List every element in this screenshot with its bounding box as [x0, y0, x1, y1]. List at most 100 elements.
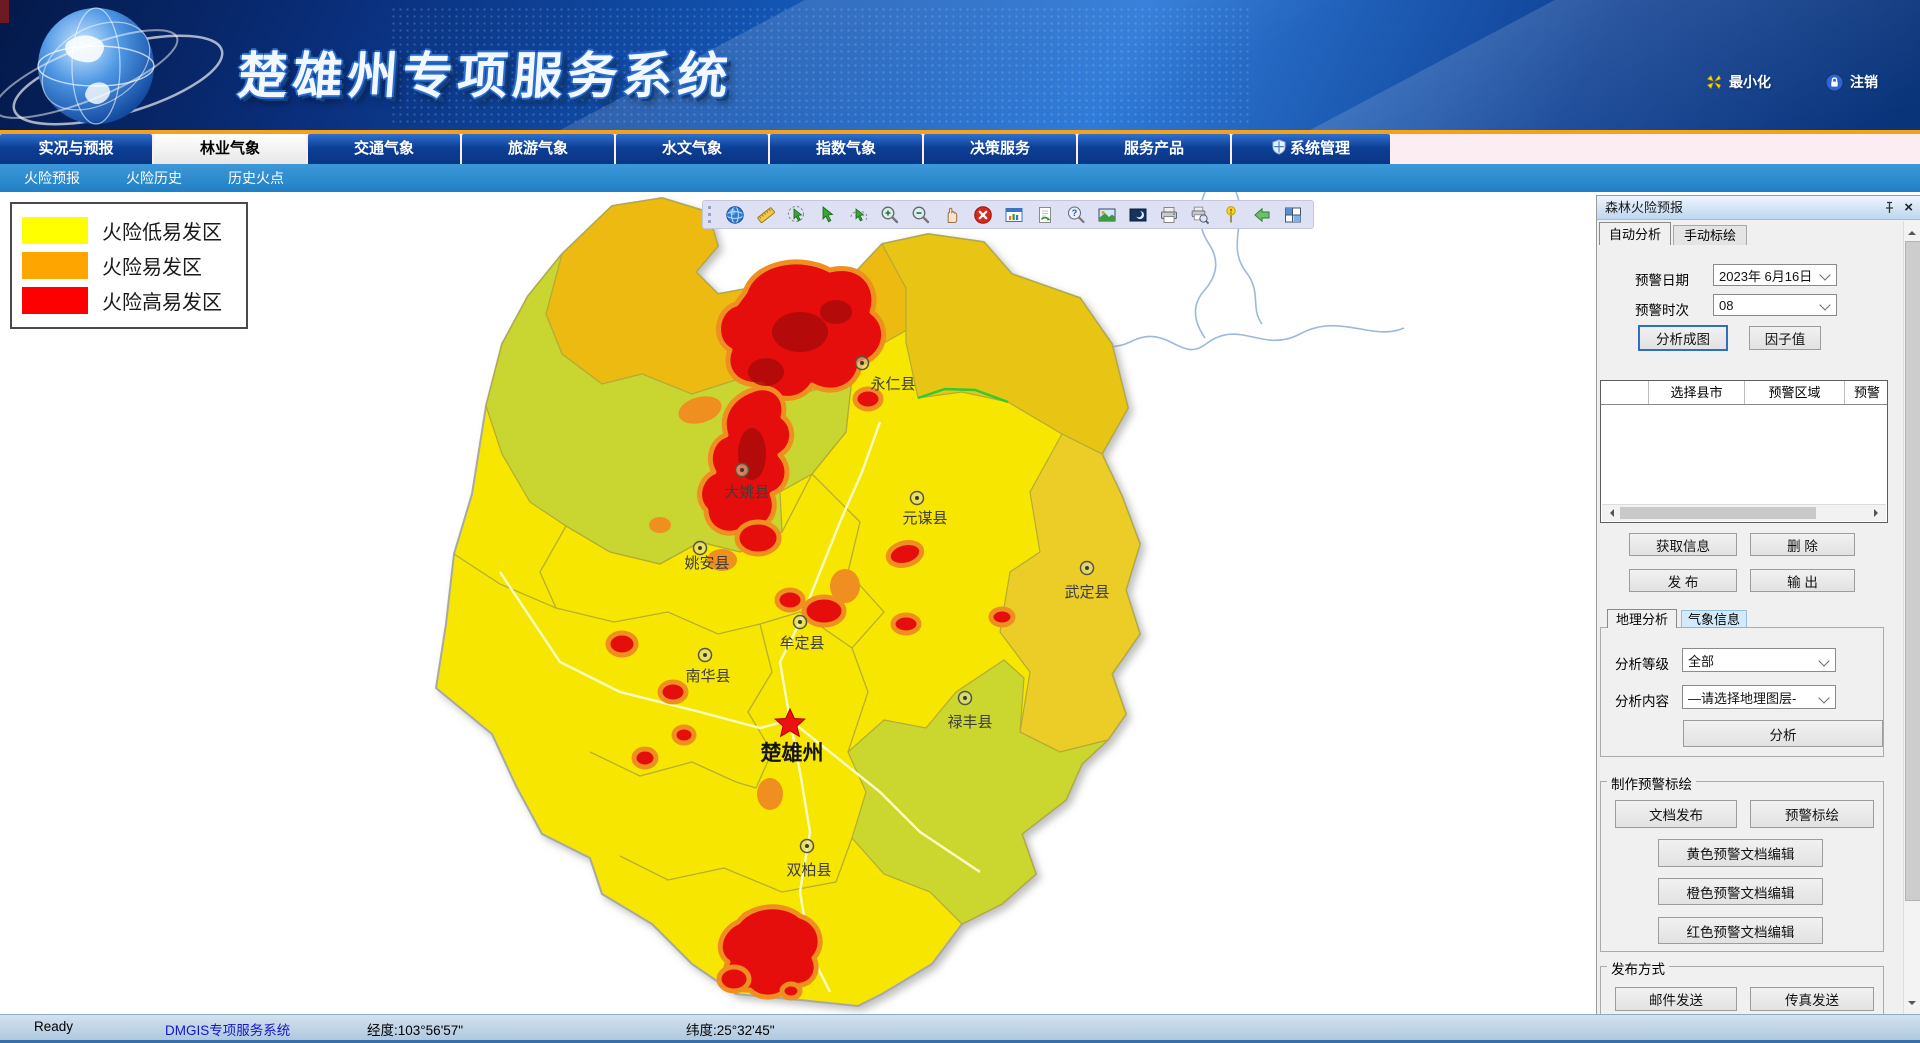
tab-traffic-weather[interactable]: 交通气象: [308, 134, 460, 164]
legend-row: 火险高易发区: [22, 283, 236, 318]
red-warning-doc-button[interactable]: 红色预警文档编辑: [1658, 917, 1823, 944]
subtab-fire-risk-forecast[interactable]: 火险预报: [24, 168, 80, 188]
county-label: 元谋县: [902, 510, 947, 527]
app-header: 楚雄州专项服务系统 最小化 注销: [0, 0, 1920, 130]
table-header-cell: 预警区域: [1745, 381, 1845, 404]
doc-publish-button[interactable]: 文档发布: [1615, 800, 1737, 828]
tab-index-weather[interactable]: 指数气象: [770, 134, 922, 164]
pin-icon[interactable]: [1884, 201, 1895, 214]
status-system-link[interactable]: DMGIS专项服务系统: [165, 1019, 290, 1039]
hscroll-thumb[interactable]: [1620, 507, 1816, 519]
analysis-content-label: 分析内容: [1615, 690, 1669, 710]
panel-tab-geo-analysis[interactable]: 地理分析: [1607, 609, 1677, 628]
map-toolbar: ?: [702, 200, 1314, 229]
refresh-page-icon[interactable]: [1035, 205, 1055, 225]
warn-date-select[interactable]: 2023年 6月16日: [1713, 264, 1837, 286]
zoom-in-icon[interactable]: [880, 205, 900, 225]
logout-button[interactable]: 注销: [1825, 72, 1878, 92]
measure-ruler-icon[interactable]: [756, 205, 776, 225]
legend-row: 火险易发区: [22, 248, 236, 283]
vscroll-thumb[interactable]: [1905, 241, 1920, 901]
panel-tab-auto-analysis[interactable]: 自动分析: [1599, 222, 1671, 245]
tab-service-products[interactable]: 服务产品: [1078, 134, 1230, 164]
print-preview-icon[interactable]: [1190, 205, 1210, 225]
panel-tab-manual-plot[interactable]: 手动标绘: [1673, 225, 1747, 245]
tab-hydrology-weather[interactable]: 水文气象: [616, 134, 768, 164]
get-info-button[interactable]: 获取信息: [1629, 533, 1737, 556]
pan-hand-icon[interactable]: [942, 205, 962, 225]
orange-warning-doc-button[interactable]: 橙色预警文档编辑: [1658, 878, 1823, 905]
county-label: 南华县: [685, 668, 730, 685]
map-viewport[interactable]: 永仁县 元谋县 大姚县 姚安县 武定县 牟定县 南华县 禄丰县 双柏县 楚雄州 …: [0, 192, 1596, 1014]
subtab-historical-fire-points[interactable]: 历史火点: [228, 168, 284, 188]
analysis-content-select[interactable]: —请选择地理图层-: [1682, 685, 1836, 709]
yellow-warning-doc-button[interactable]: 黄色预警文档编辑: [1658, 839, 1823, 867]
table-header-cell: 选择县市: [1649, 381, 1745, 404]
legend-swatch-medium: [22, 252, 88, 279]
tab-forestry-weather[interactable]: 林业气象: [154, 134, 306, 164]
email-send-button[interactable]: 邮件发送: [1615, 987, 1737, 1011]
warning-table[interactable]: 选择县市 预警区域 预警: [1600, 380, 1888, 523]
county-label: 禄丰县: [947, 714, 992, 731]
app-title: 楚雄州专项服务系统: [235, 36, 735, 108]
analyze-map-button[interactable]: 分析成图: [1639, 326, 1727, 350]
scroll-right-arrow-icon[interactable]: [1874, 509, 1882, 517]
county-label: 永仁县: [870, 376, 915, 393]
county-label: 大姚县: [724, 484, 769, 501]
chart-window-icon[interactable]: [1004, 205, 1024, 225]
tab-tourism-weather[interactable]: 旅游气象: [462, 134, 614, 164]
tab-system-management[interactable]: 系统管理: [1232, 134, 1390, 164]
identify-icon[interactable]: ?: [1066, 205, 1086, 225]
county-label: 姚安县: [684, 555, 729, 572]
select-lasso-icon[interactable]: [849, 205, 869, 225]
county-label: 双柏县: [786, 862, 831, 879]
warn-time-select[interactable]: 08: [1713, 294, 1837, 316]
select-arrow-icon[interactable]: [818, 205, 838, 225]
close-icon[interactable]: ×: [1904, 196, 1913, 220]
snapshot-icon[interactable]: [1128, 205, 1148, 225]
panel-tab-weather-info[interactable]: 气象信息: [1681, 610, 1747, 628]
delete-button[interactable]: 删 除: [1750, 533, 1855, 556]
factor-value-button[interactable]: 因子值: [1749, 326, 1821, 350]
panel-vscrollbar[interactable]: [1903, 221, 1920, 1014]
toolbar-grip-handle[interactable]: [708, 206, 714, 223]
header-streak: [1242, 0, 1920, 130]
scroll-up-arrow-icon[interactable]: [1908, 227, 1916, 235]
table-header-cell: [1601, 381, 1649, 404]
status-ready: Ready: [34, 1019, 73, 1034]
legend-label: 火险高易发区: [102, 286, 222, 315]
chevron-down-icon: [1818, 692, 1829, 703]
table-hscrollbar[interactable]: [1602, 504, 1886, 521]
analyze-button[interactable]: 分析: [1683, 720, 1883, 747]
scroll-down-arrow-icon[interactable]: [1908, 1001, 1916, 1009]
submenu-bar: 火险预报 火险历史 历史火点: [0, 164, 1920, 192]
fax-send-button[interactable]: 传真发送: [1750, 987, 1874, 1011]
warning-plot-button[interactable]: 预警标绘: [1750, 800, 1874, 828]
globe-logo-icon: [0, 0, 250, 130]
tab-realtime-forecast[interactable]: 实况与预报: [0, 134, 152, 164]
county-label: 牟定县: [779, 635, 824, 652]
tab-decision-service[interactable]: 决策服务: [924, 134, 1076, 164]
subtab-fire-risk-history[interactable]: 火险历史: [126, 168, 182, 188]
publish-button[interactable]: 发 布: [1629, 569, 1737, 592]
zoom-out-icon[interactable]: [911, 205, 931, 225]
lock-icon: [1825, 73, 1844, 92]
forest-fire-panel: 森林火险预报 × 自动分析 手动标绘 预警日期 2023年 6月16日 预警时次…: [1596, 195, 1920, 1014]
warn-date-label: 预警日期: [1635, 269, 1689, 289]
print-icon[interactable]: [1159, 205, 1179, 225]
status-latitude: 纬度:25°32'45": [686, 1019, 775, 1039]
status-bar: Ready DMGIS专项服务系统 经度:103°56'57" 纬度:25°32…: [0, 1014, 1920, 1041]
map-layout-icon[interactable]: [1283, 205, 1303, 225]
back-arrow-icon[interactable]: [1252, 205, 1272, 225]
pin-bulb-icon[interactable]: [1221, 205, 1241, 225]
stop-icon[interactable]: [973, 205, 993, 225]
image-icon[interactable]: [1097, 205, 1117, 225]
export-button[interactable]: 输 出: [1750, 569, 1855, 592]
chevron-down-icon: [1818, 655, 1829, 666]
analysis-level-select[interactable]: 全部: [1682, 648, 1836, 672]
scroll-left-arrow-icon[interactable]: [1606, 509, 1614, 517]
select-polygon-icon[interactable]: [787, 205, 807, 225]
status-longitude: 经度:103°56'57": [367, 1019, 463, 1039]
minimize-button[interactable]: 最小化: [1705, 72, 1771, 92]
globe-icon[interactable]: [725, 205, 745, 225]
